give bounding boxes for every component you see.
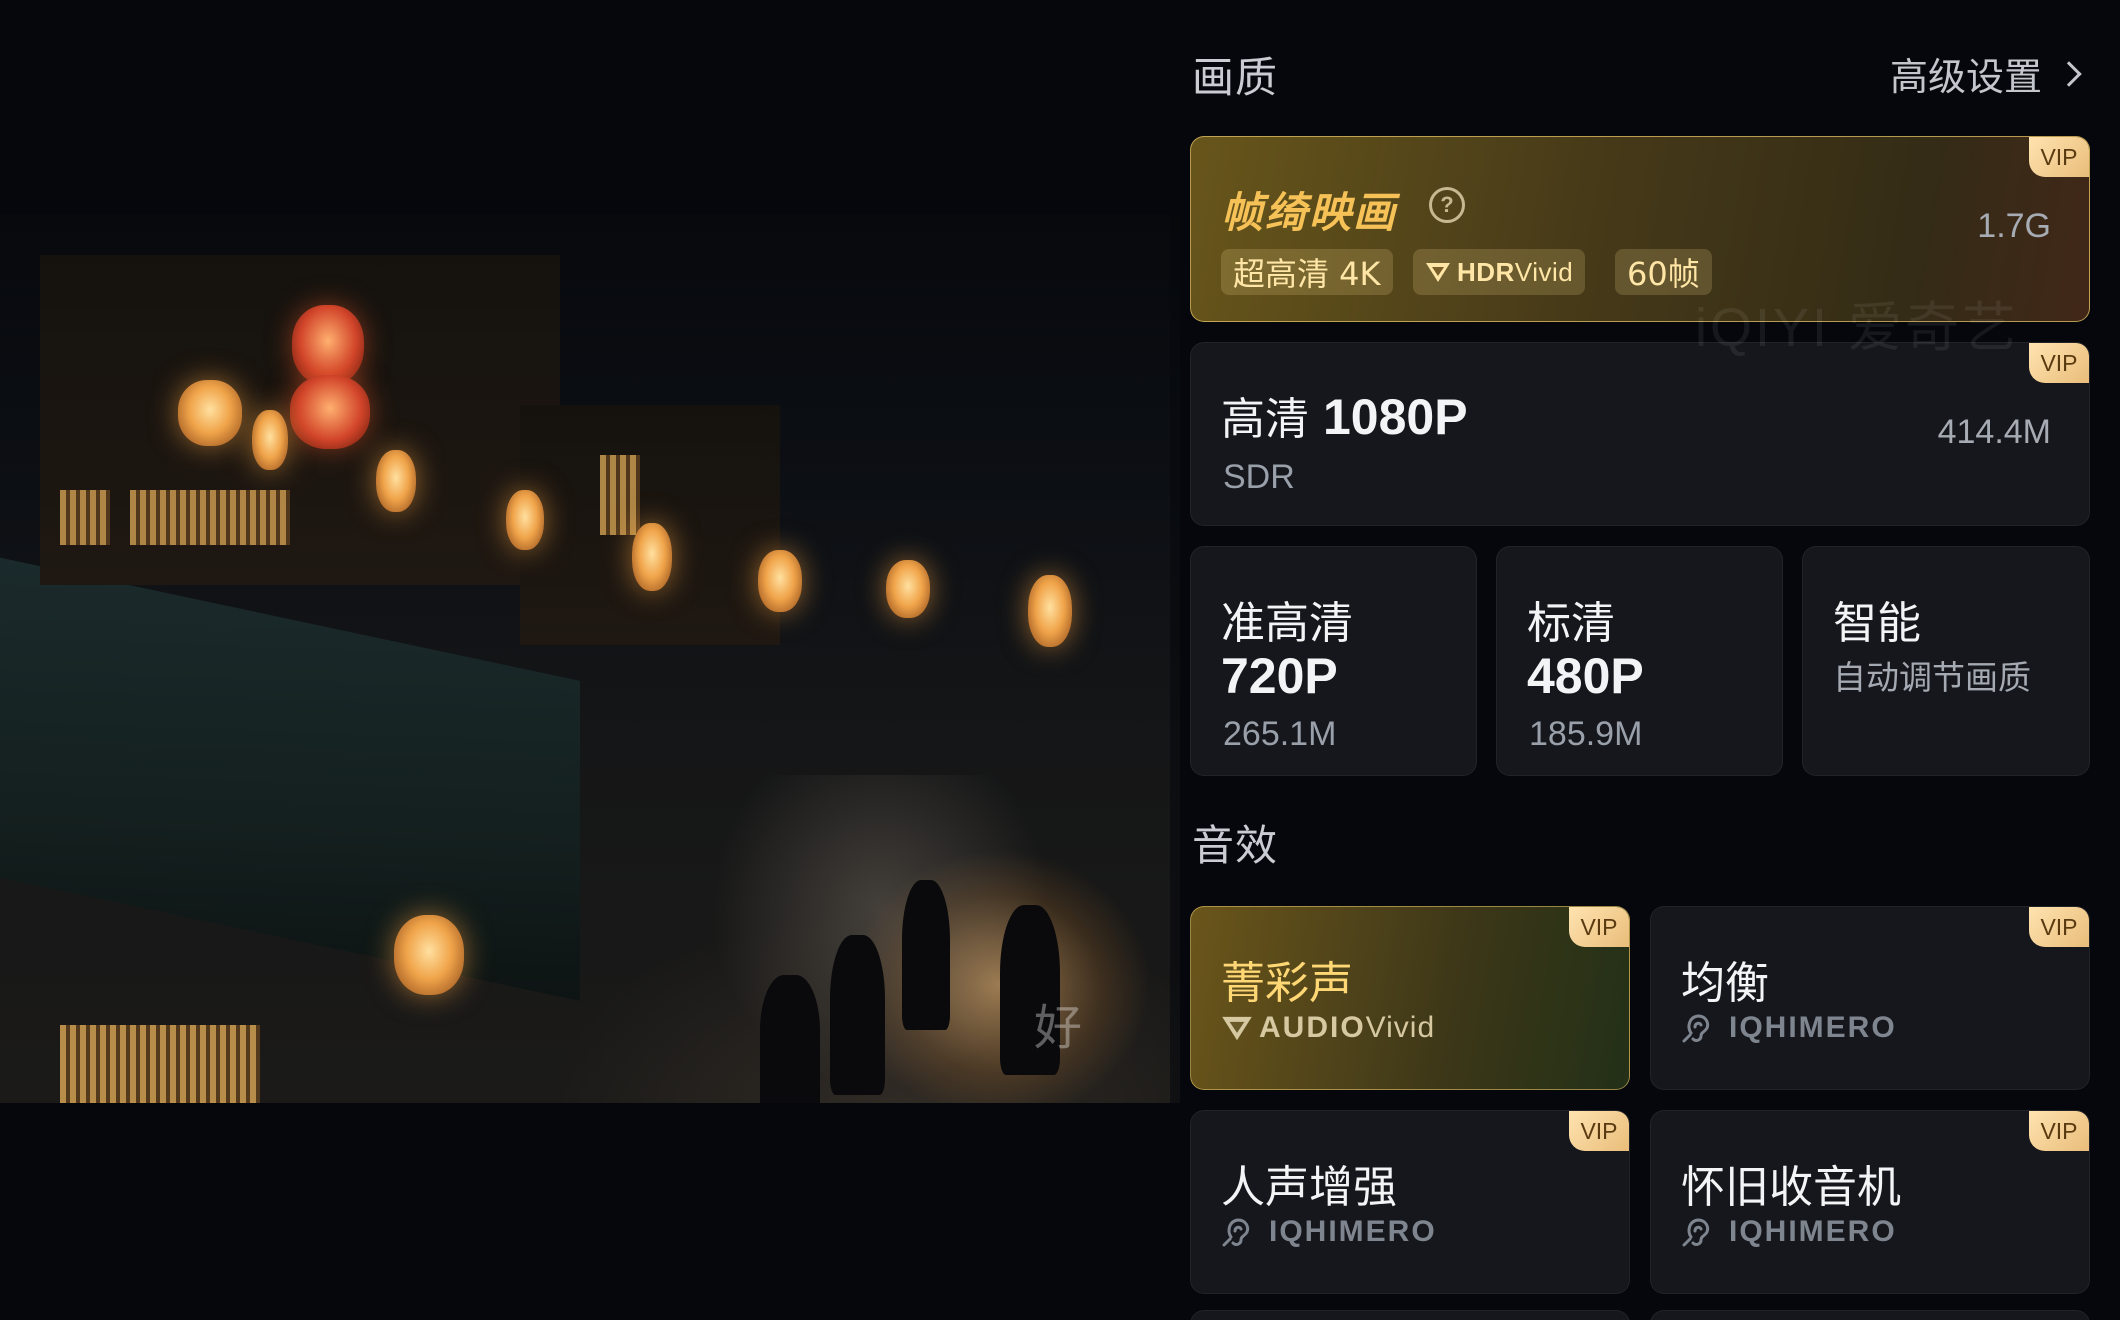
audio-option-balanced[interactable]: VIP 均衡 IQHIMERO <box>1650 906 2090 1090</box>
quality-option-auto[interactable]: 智能 自动调节画质 <box>1802 546 2090 776</box>
audio-brand: IQHIMERO <box>1681 1215 1897 1249</box>
audio-option-retro-radio[interactable]: VIP 怀旧收音机 IQHIMERO <box>1650 1110 2090 1294</box>
lit-window <box>130 490 290 545</box>
ear-icon <box>1222 1218 1250 1247</box>
quality-resolution: 480P <box>1527 648 1644 704</box>
audio-section-title: 音效 <box>1192 821 1279 870</box>
lantern <box>178 380 242 446</box>
person-silhouette <box>760 975 820 1103</box>
lantern <box>376 450 416 512</box>
quality-resolution: 1080P <box>1323 389 1468 445</box>
lantern <box>252 410 288 470</box>
quality-description: 自动调节画质 <box>1833 658 2031 697</box>
advanced-settings-label: 高级设置 <box>1890 55 2043 99</box>
lantern <box>1028 575 1072 647</box>
audio-brand: IQHIMERO <box>1681 1011 1897 1045</box>
ear-icon <box>1682 1014 1710 1043</box>
lantern <box>506 490 544 550</box>
dynamic-range: SDR <box>1223 458 1295 496</box>
audio-option-voice-enhance[interactable]: VIP 人声增强 IQHIMERO <box>1190 1110 1630 1294</box>
vip-badge: VIP <box>2029 137 2089 177</box>
audio-option-title: 均衡 <box>1681 958 1769 1009</box>
lantern <box>886 560 930 618</box>
quality-option-480p[interactable]: 标清 480P 185.9M <box>1496 546 1783 776</box>
lit-window <box>60 490 110 545</box>
quality-name: 准高清 <box>1221 598 1353 649</box>
file-size: 1.7G <box>1977 207 2051 245</box>
ear-icon <box>1682 1218 1710 1247</box>
chevron-right-icon <box>2056 60 2082 87</box>
vip-badge: VIP <box>1569 1111 1629 1151</box>
audio-vivid-logo: AUDIO Vivid <box>1221 1011 1435 1045</box>
audio-option-next[interactable] <box>1190 1310 1630 1320</box>
audio-option-title: 人声增强 <box>1221 1162 1397 1213</box>
rooftop <box>0 549 580 1001</box>
lantern <box>632 523 672 591</box>
vivid-shield-icon <box>1222 1016 1252 1041</box>
premium-quality-title: 帧绮映画 <box>1221 188 1398 237</box>
vip-badge: VIP <box>2029 907 2089 947</box>
hdr-label: HDR <box>1457 256 1515 287</box>
subtitle-text: 好 <box>1034 1000 1083 1056</box>
quality-name: 智能 <box>1833 598 1921 649</box>
vivid-shield-icon <box>1426 263 1450 282</box>
quality-label: 高清 1080P <box>1221 383 1468 447</box>
person-silhouette <box>830 935 885 1095</box>
audio-brand: IQHIMERO <box>1221 1215 1437 1249</box>
lit-window <box>600 455 640 535</box>
vivid-label: Vivid <box>1514 256 1574 287</box>
lantern <box>290 375 370 449</box>
advanced-settings-link[interactable]: 高级设置 <box>1890 46 2082 101</box>
quality-section-title: 画质 <box>1192 53 1279 102</box>
quality-option-720p[interactable]: 准高清 720P 265.1M <box>1190 546 1477 776</box>
file-size: 265.1M <box>1223 715 1337 753</box>
quality-option-1080p[interactable]: VIP 高清 1080P SDR 414.4M <box>1190 342 2090 526</box>
file-size: 185.9M <box>1529 715 1643 753</box>
vip-badge: VIP <box>1569 907 1629 947</box>
tag-hdr-vivid: HDR Vivid <box>1413 249 1586 295</box>
vip-badge: VIP <box>2029 1111 2089 1151</box>
file-size: 414.4M <box>1937 413 2051 451</box>
lantern <box>394 915 464 995</box>
quality-resolution: 720P <box>1221 648 1338 704</box>
lit-window <box>60 1025 260 1103</box>
lantern <box>292 305 364 385</box>
person-silhouette <box>902 880 950 1030</box>
audio-option-next[interactable] <box>1650 1310 2090 1320</box>
lantern <box>758 550 802 612</box>
video-frame[interactable] <box>0 215 1180 1103</box>
brand-label: IQHIMERO <box>1729 1011 1897 1044</box>
help-icon[interactable]: ? <box>1429 187 1465 223</box>
audio-option-title: 菁彩声 <box>1221 958 1353 1009</box>
quality-name: 标清 <box>1527 598 1615 649</box>
audio-option-title: 怀旧收音机 <box>1681 1162 1901 1213</box>
audio-label: AUDIO <box>1259 1011 1366 1044</box>
brand-label: IQHIMERO <box>1729 1215 1897 1248</box>
brand-label: IQHIMERO <box>1269 1215 1437 1248</box>
hdr-vivid-logo: HDR Vivid <box>1425 257 1573 288</box>
vivid-label: Vivid <box>1365 1011 1436 1044</box>
tag-4k: 超高清 4K <box>1221 249 1393 295</box>
audio-option-audio-vivid[interactable]: VIP 菁彩声 AUDIO Vivid <box>1190 906 1630 1090</box>
quality-name: 高清 <box>1221 394 1309 445</box>
vip-badge: VIP <box>2029 343 2089 383</box>
